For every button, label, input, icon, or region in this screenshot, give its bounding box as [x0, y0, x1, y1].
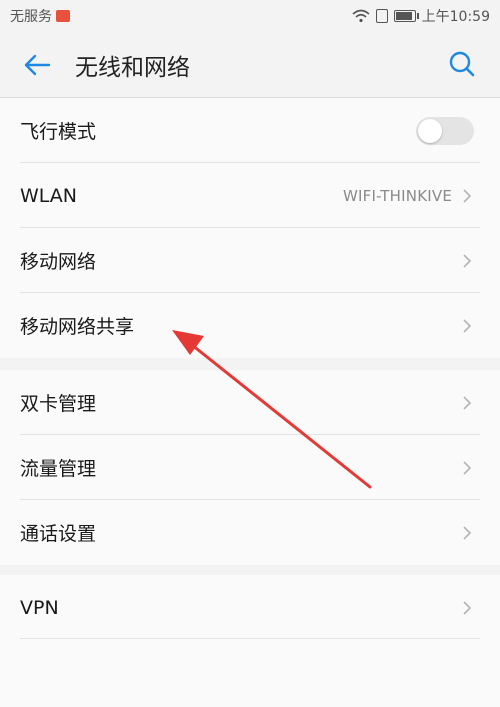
- page-title: 无线和网络: [75, 55, 190, 81]
- status-bar: 无服务 上午10:59: [0, 0, 500, 32]
- row-label: VPN: [20, 596, 59, 619]
- search-icon: [449, 51, 475, 77]
- chevron-right-icon: [462, 525, 472, 541]
- carrier-text: 无服务: [10, 9, 52, 25]
- row-tethering[interactable]: 移动网络共享: [0, 293, 500, 358]
- status-left: 无服务: [10, 6, 70, 26]
- back-button[interactable]: [19, 47, 55, 83]
- status-time: 上午10:59: [421, 9, 490, 25]
- row-label: WLAN: [20, 184, 78, 207]
- airplane-mode-toggle[interactable]: [416, 116, 474, 145]
- chevron-right-icon: [462, 395, 472, 411]
- row-label: 移动网络共享: [20, 316, 135, 338]
- sim-icon: [375, 9, 388, 23]
- wlan-ssid-value: WIFI-THINKIVE: [342, 186, 452, 205]
- row-wlan[interactable]: WLAN WIFI-THINKIVE: [0, 163, 500, 228]
- chevron-right-icon: [462, 253, 472, 269]
- row-label: 流量管理: [20, 458, 97, 480]
- row-airplane-mode[interactable]: 飞行模式: [0, 98, 500, 163]
- settings-group-vpn: VPN: [0, 575, 500, 707]
- divider: [20, 638, 480, 639]
- battery-icon: [393, 10, 419, 22]
- row-vpn[interactable]: VPN: [0, 575, 500, 640]
- row-label: 通话设置: [20, 523, 97, 545]
- chevron-right-icon: [462, 188, 472, 204]
- wifi-icon: [352, 9, 370, 23]
- chevron-right-icon: [462, 600, 472, 616]
- chevron-right-icon: [462, 460, 472, 476]
- row-label: 移动网络: [20, 251, 97, 273]
- row-label: 双卡管理: [20, 393, 97, 415]
- back-arrow-icon: [24, 54, 51, 76]
- row-label: 飞行模式: [20, 121, 97, 143]
- search-button[interactable]: [446, 48, 478, 80]
- status-right: 上午10:59: [352, 6, 490, 26]
- notification-badge-icon: [56, 10, 70, 22]
- chevron-right-icon: [462, 318, 472, 334]
- row-data-usage[interactable]: 流量管理: [0, 435, 500, 500]
- row-call-settings[interactable]: 通话设置: [0, 500, 500, 565]
- app-bar: 无线和网络: [0, 32, 500, 98]
- row-mobile-network[interactable]: 移动网络: [0, 228, 500, 293]
- settings-group-sim: 双卡管理 流量管理 通话设置: [0, 370, 500, 565]
- row-dual-sim[interactable]: 双卡管理: [0, 370, 500, 435]
- settings-group-network: 飞行模式 WLAN WIFI-THINKIVE 移动网络 移动网络共享: [0, 97, 500, 358]
- toggle-knob: [418, 118, 442, 143]
